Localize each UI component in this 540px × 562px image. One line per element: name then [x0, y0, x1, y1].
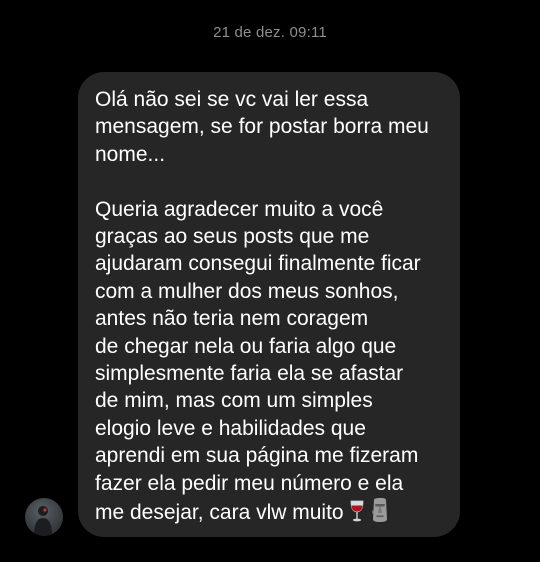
- wine-glass-icon: [348, 499, 366, 523]
- message-paragraph-1: Olá não sei se vc vai ler essa mensagem,…: [95, 88, 429, 166]
- moai-icon: [370, 497, 390, 523]
- message-timestamp: 21 de dez. 09:11: [213, 24, 327, 41]
- received-message-bubble[interactable]: Olá não sei se vc vai ler essa mensagem,…: [78, 72, 460, 537]
- message-paragraph-2-text: Queria agradecer muito a você graças ao …: [95, 197, 421, 525]
- message-paragraph-2: Queria agradecer muito a você graças ao …: [95, 196, 448, 527]
- sender-avatar[interactable]: [25, 498, 63, 536]
